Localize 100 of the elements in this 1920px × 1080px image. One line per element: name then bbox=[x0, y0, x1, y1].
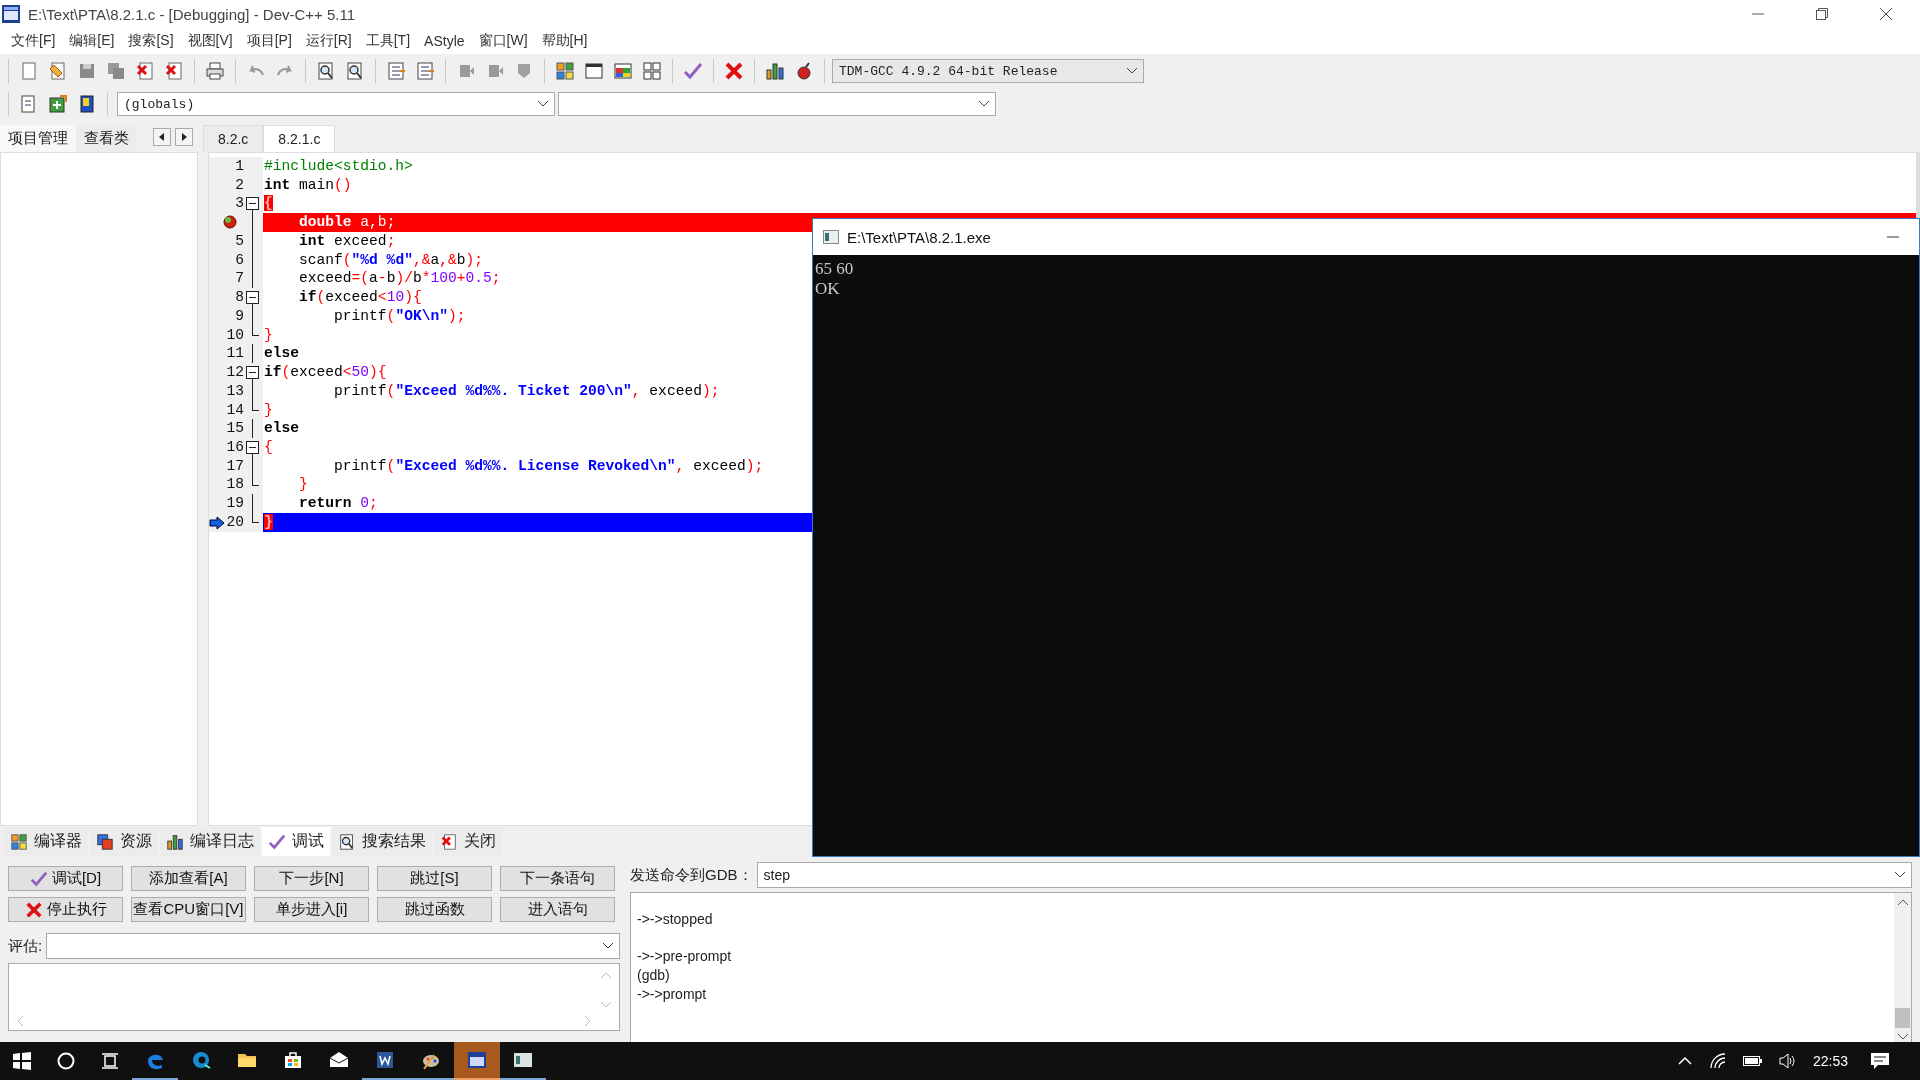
grid-icon[interactable] bbox=[642, 61, 662, 81]
debug-button[interactable]: 进入语句 bbox=[500, 897, 615, 922]
task-view-icon[interactable] bbox=[100, 1051, 120, 1071]
console-title: E:\Text\PTA\8.2.1.exe bbox=[847, 228, 991, 246]
cross-icon[interactable] bbox=[724, 61, 744, 81]
gdb-output-line: ->->prompt bbox=[637, 986, 708, 1004]
gdb-command-field[interactable]: step bbox=[756, 862, 1912, 888]
scope-dropdown[interactable]: (globals) bbox=[117, 92, 555, 116]
search-icon[interactable] bbox=[56, 1051, 76, 1071]
debug-button[interactable]: 跳过函数 bbox=[377, 897, 492, 922]
lines-icon[interactable] bbox=[386, 61, 406, 81]
debug-button[interactable]: 下一步[N] bbox=[254, 866, 369, 891]
chevron-down-icon[interactable] bbox=[1895, 872, 1905, 878]
chevron-down-icon[interactable] bbox=[538, 101, 548, 107]
code-line: else bbox=[264, 420, 300, 437]
menu-item[interactable]: 搜索[S] bbox=[121, 32, 181, 50]
scrollbar-track[interactable] bbox=[1894, 893, 1911, 1042]
check-icon[interactable] bbox=[683, 61, 703, 81]
clock[interactable]: 22:53 bbox=[1812, 1053, 1848, 1069]
breakpoint-icon[interactable] bbox=[223, 215, 237, 230]
menu-item[interactable]: 工具[T] bbox=[358, 32, 418, 50]
gdb-output-line: (gdb) bbox=[637, 967, 671, 985]
fold-toggle-icon[interactable] bbox=[246, 441, 259, 454]
restore-icon[interactable] bbox=[1816, 8, 1828, 20]
line-number: 10 bbox=[225, 325, 244, 345]
debug-button[interactable]: 跳过[S] bbox=[377, 866, 492, 891]
menu-item[interactable]: 运行[R] bbox=[298, 32, 359, 50]
debug-button[interactable]: 单步进入[i] bbox=[254, 897, 369, 922]
panel-tab[interactable]: 调试 bbox=[262, 827, 330, 856]
speaker-icon[interactable] bbox=[1778, 1053, 1797, 1069]
file-tab[interactable]: 8.2.1.c bbox=[263, 125, 336, 152]
file-tab[interactable]: 8.2.c bbox=[203, 125, 264, 152]
notification-icon[interactable] bbox=[1870, 1052, 1890, 1070]
panel-tab[interactable]: 查看类 bbox=[76, 125, 137, 152]
line-number: 2 bbox=[234, 175, 244, 195]
replace-icon[interactable] bbox=[345, 61, 365, 81]
chevron-down-icon[interactable] bbox=[979, 101, 989, 107]
pages-icon bbox=[96, 832, 114, 851]
find-icon[interactable] bbox=[316, 61, 336, 81]
floppy-disks-icon[interactable] bbox=[106, 61, 126, 81]
scroll-up-icon[interactable] bbox=[1897, 899, 1908, 905]
page-cross-icon[interactable] bbox=[135, 61, 155, 81]
menu-item[interactable]: 视图[V] bbox=[180, 32, 240, 50]
debug-button[interactable]: 查看CPU窗口[V] bbox=[131, 897, 246, 922]
word-document-icon bbox=[374, 1049, 396, 1071]
start-icon[interactable] bbox=[12, 1051, 32, 1071]
pages-cross-icon[interactable] bbox=[164, 61, 184, 81]
scroll-right-icon[interactable] bbox=[175, 128, 193, 146]
debug-button[interactable]: 添加查看[A] bbox=[131, 866, 246, 891]
taskbar-button[interactable] bbox=[454, 1042, 500, 1080]
panel-tab[interactable]: 编译日志 bbox=[160, 827, 260, 856]
debug-button[interactable]: 调试[D] bbox=[8, 866, 123, 891]
app-window-icon bbox=[466, 1049, 488, 1071]
menu-item[interactable]: 文件[F] bbox=[4, 32, 63, 50]
line-number: 8 bbox=[234, 288, 244, 307]
fold-toggle-icon[interactable] bbox=[246, 366, 259, 380]
gdb-command-label: 发送命令到GDB： bbox=[630, 865, 753, 885]
debug-button[interactable]: 停止执行 bbox=[8, 897, 123, 922]
wifi-icon[interactable] bbox=[1708, 1052, 1727, 1070]
battery-icon[interactable] bbox=[1742, 1055, 1763, 1067]
panel-tab[interactable]: 项目管理 bbox=[0, 125, 76, 152]
code-line: int main() bbox=[264, 176, 352, 193]
line-number: 6 bbox=[234, 250, 244, 270]
menu-item[interactable]: 帮助[H] bbox=[534, 32, 595, 50]
menu-item[interactable]: AStyle bbox=[417, 33, 472, 49]
gdb-output-line: ->->pre-prompt bbox=[637, 948, 733, 966]
compiler-dropdown[interactable]: TDM-GCC 4.9.2 64-bit Release bbox=[832, 59, 1144, 83]
code-line: else bbox=[264, 345, 300, 362]
panel-tab[interactable]: 关闭 bbox=[434, 827, 502, 856]
scroll-left-icon[interactable] bbox=[153, 128, 171, 146]
book-icon[interactable] bbox=[77, 94, 97, 114]
fold-toggle-icon[interactable] bbox=[246, 197, 259, 211]
menu-item[interactable]: 编辑[E] bbox=[62, 32, 122, 50]
colored-window-icon[interactable] bbox=[613, 61, 633, 81]
colored-grid-icon[interactable] bbox=[555, 61, 575, 81]
debug-button[interactable]: 下一条语句 bbox=[500, 866, 615, 891]
window-icon[interactable] bbox=[584, 61, 604, 81]
panel-tab[interactable]: 资源 bbox=[90, 827, 158, 856]
bar-chart-icon[interactable] bbox=[765, 61, 785, 81]
code-line: if(exceed<50){ bbox=[264, 364, 387, 381]
code-line: } bbox=[264, 326, 273, 343]
scroll-down-icon[interactable] bbox=[1897, 1034, 1908, 1040]
fold-toggle-icon[interactable] bbox=[246, 291, 259, 305]
bomb-icon[interactable] bbox=[794, 61, 814, 81]
menu-item[interactable]: 窗口[W] bbox=[471, 32, 535, 50]
chevron-down-icon[interactable] bbox=[1127, 68, 1137, 74]
page-icon[interactable] bbox=[48, 61, 68, 81]
line-number: 18 bbox=[225, 475, 244, 495]
close-icon[interactable] bbox=[1880, 8, 1892, 20]
menu-item[interactable]: 项目[P] bbox=[239, 32, 299, 50]
code-line: scanf("%d %d",&a,&b); bbox=[298, 251, 483, 268]
panel-tab[interactable]: 编译器 bbox=[4, 827, 88, 856]
panel-tab[interactable]: 搜索结果 bbox=[332, 827, 432, 856]
printer-icon[interactable] bbox=[205, 61, 225, 81]
evaluate-field[interactable] bbox=[46, 933, 620, 959]
cross-icon bbox=[24, 900, 43, 919]
chevron-down-icon[interactable] bbox=[603, 943, 613, 949]
scrollbar-thumb[interactable] bbox=[1895, 1008, 1910, 1028]
code-line: printf("Exceed %d%%. License Revoked\n", exceed); bbox=[333, 457, 764, 474]
evaluate-label: 评估: bbox=[8, 936, 43, 956]
